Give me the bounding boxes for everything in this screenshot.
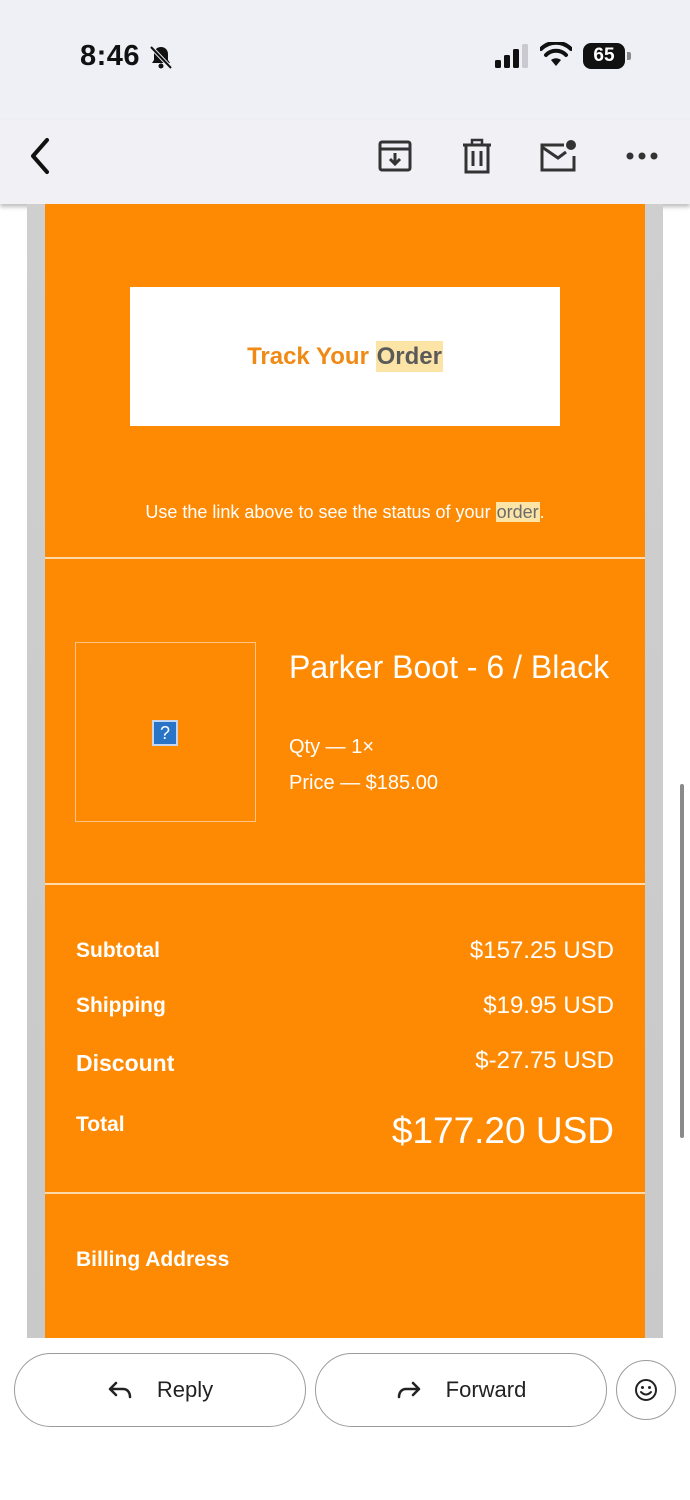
- billing-address-label: Billing Address: [76, 1248, 230, 1271]
- back-arrow-icon: [31, 138, 49, 174]
- total-label: Total: [76, 1113, 125, 1136]
- product-qty: Qty — 1×: [289, 736, 375, 758]
- product-price: Price — $185.00: [289, 772, 438, 794]
- scrollbar[interactable]: [680, 784, 684, 1138]
- total-value: $177.20 USD: [391, 1110, 614, 1151]
- emoji-icon: [635, 1379, 657, 1401]
- forward-icon: [397, 1381, 420, 1399]
- product-image: ?: [75, 642, 256, 822]
- email-toolbar: [0, 120, 690, 204]
- broken-image-icon: ?: [152, 720, 178, 746]
- link-note: Use the link above to see the status of …: [45, 502, 645, 523]
- track-order-button[interactable]: Track Your Order: [130, 287, 560, 426]
- subtotal-value: $157.25 USD: [469, 937, 614, 964]
- status-bar: 8:46 65: [0, 0, 690, 120]
- forward-button[interactable]: Forward: [315, 1353, 607, 1427]
- link-note-period: .: [539, 502, 545, 522]
- more-button[interactable]: [622, 136, 662, 176]
- battery-level: 65: [583, 43, 625, 69]
- link-note-highlight: order: [495, 502, 540, 522]
- discount-label: Discount: [76, 1050, 175, 1076]
- archive-icon: [378, 140, 412, 172]
- email-body: Track Your Order Use the link above to s…: [45, 204, 645, 1338]
- divider: [45, 883, 645, 885]
- battery-nub: [627, 52, 631, 60]
- trash-icon: [463, 138, 491, 174]
- reply-label: Reply: [156, 1377, 214, 1402]
- track-highlight: Order: [375, 340, 443, 372]
- shipping-value: $19.95 USD: [483, 992, 614, 1019]
- reply-button[interactable]: Reply: [14, 1353, 306, 1427]
- email-screen: 8:46 65 Track Your Order Use the link ab…: [0, 0, 690, 1500]
- divider: [45, 557, 645, 559]
- discount-value: $-27.75 USD: [475, 1047, 614, 1074]
- battery-icon: 65: [583, 43, 631, 69]
- more-icon: [626, 152, 658, 160]
- divider: [45, 1192, 645, 1194]
- back-button[interactable]: [20, 136, 60, 176]
- subtotal-label: Subtotal: [76, 939, 160, 962]
- mark-unread-button[interactable]: [538, 136, 578, 176]
- delete-button[interactable]: [457, 136, 497, 176]
- shipping-label: Shipping: [76, 994, 166, 1017]
- bell-off-icon: [149, 45, 173, 70]
- wifi-icon: [540, 42, 572, 66]
- mark-unread-icon: [540, 140, 576, 172]
- emoji-reaction-button[interactable]: [616, 1360, 676, 1420]
- archive-button[interactable]: [375, 136, 415, 176]
- clock: 8:46: [80, 40, 141, 72]
- track-order-label: Track Your Order: [247, 340, 443, 372]
- forward-label: Forward: [445, 1377, 527, 1402]
- link-note-text: Use the link above to see the status of …: [145, 502, 491, 522]
- product-name: Parker Boot - 6 / Black: [289, 649, 610, 685]
- track-text: Track Your: [247, 342, 369, 370]
- signal-icon: [495, 44, 528, 68]
- reply-icon: [108, 1381, 132, 1399]
